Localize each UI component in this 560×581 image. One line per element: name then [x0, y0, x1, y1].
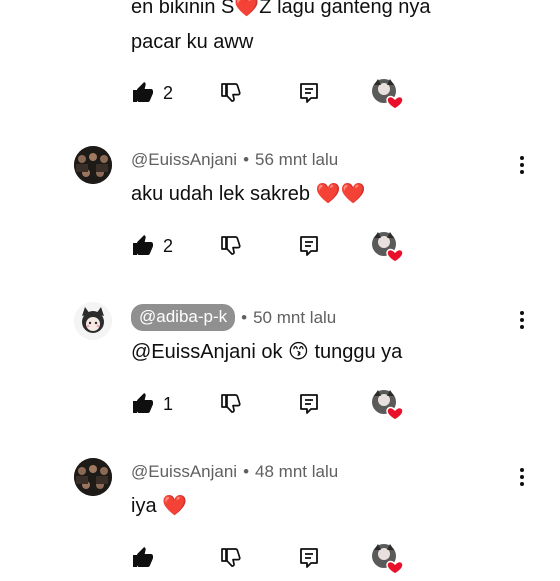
meta-separator: •: [243, 462, 250, 481]
meta-separator: •: [241, 307, 248, 327]
dislike-button[interactable]: [218, 230, 242, 262]
reply-button[interactable]: [297, 77, 321, 109]
comment-meta: @EuissAnjani • 48 mnt lalu: [131, 460, 338, 484]
more-vert-icon: [520, 156, 524, 174]
reply-icon: [300, 236, 318, 256]
thumbs-down-icon: [221, 394, 241, 413]
reply-button[interactable]: [297, 542, 321, 574]
more-options-button[interactable]: [514, 153, 530, 177]
avatar[interactable]: [74, 146, 112, 184]
like-button[interactable]: 2: [131, 230, 173, 262]
thumbs-down-icon: [221, 548, 241, 567]
comment-text: en bikinin S❤️Z lagu ganteng nya: [131, 0, 431, 18]
thumbs-down-icon: [221, 83, 241, 102]
thumbs-down-icon: [221, 236, 241, 255]
author-pill[interactable]: @adiba-p-k: [131, 304, 236, 331]
comment-actions: 1: [0, 388, 560, 422]
like-button[interactable]: [131, 542, 163, 574]
dislike-button[interactable]: [218, 542, 242, 574]
comment-meta: @EuissAnjani • 56 mnt lalu: [131, 148, 338, 172]
creator-heart-icon: [370, 230, 404, 264]
like-count: 2: [163, 82, 174, 103]
comment-actions: 2: [0, 77, 560, 111]
comment-actions: [0, 542, 560, 576]
more-vert-icon: [520, 311, 524, 329]
comment-text: iya ❤️: [131, 495, 188, 517]
comment-actions: 2: [0, 230, 560, 264]
avatar[interactable]: [74, 302, 112, 340]
like-button[interactable]: 1: [131, 388, 173, 420]
dislike-button[interactable]: [218, 388, 242, 420]
like-button[interactable]: 2: [131, 77, 173, 109]
comment-author[interactable]: @EuissAnjani: [131, 460, 237, 484]
more-options-button[interactable]: [514, 465, 530, 489]
comment-text: @EuissAnjani ok 😙 tunggu ya: [131, 341, 403, 363]
avatar[interactable]: [74, 458, 112, 496]
comment-time: 56 mnt lalu: [255, 150, 339, 169]
avatar-image: [74, 302, 112, 340]
meta-separator: •: [243, 150, 250, 169]
like-count: 2: [163, 235, 174, 256]
comment-time: 50 mnt lalu: [253, 307, 337, 327]
creator-heart-icon: [370, 388, 404, 422]
creator-heart-icon: [370, 77, 404, 111]
avatar-image: [74, 146, 112, 184]
comment-meta: @adiba-p-k • 50 mnt lalu: [131, 304, 336, 331]
comment-text: pacar ku aww: [131, 31, 254, 53]
reply-button[interactable]: [297, 388, 321, 420]
thumbs-up-icon: [133, 82, 153, 102]
avatar-image: [74, 458, 112, 496]
more-options-button[interactable]: [514, 308, 530, 332]
reply-icon: [300, 394, 318, 414]
reply-icon: [300, 548, 318, 568]
creator-heart-icon: [370, 542, 404, 576]
reply-icon: [300, 83, 318, 103]
thumbs-up-icon: [133, 393, 153, 413]
thumbs-up-icon: [133, 235, 153, 255]
more-vert-icon: [520, 468, 524, 486]
thumbs-up-icon: [133, 547, 153, 567]
comment-author[interactable]: @EuissAnjani: [131, 148, 237, 172]
reply-button[interactable]: [297, 230, 321, 262]
dislike-button[interactable]: [218, 77, 242, 109]
like-count: 1: [163, 393, 174, 414]
comment-time: 48 mnt lalu: [255, 462, 339, 481]
comment-text: aku udah lek sakreb ❤️❤️: [131, 183, 366, 205]
